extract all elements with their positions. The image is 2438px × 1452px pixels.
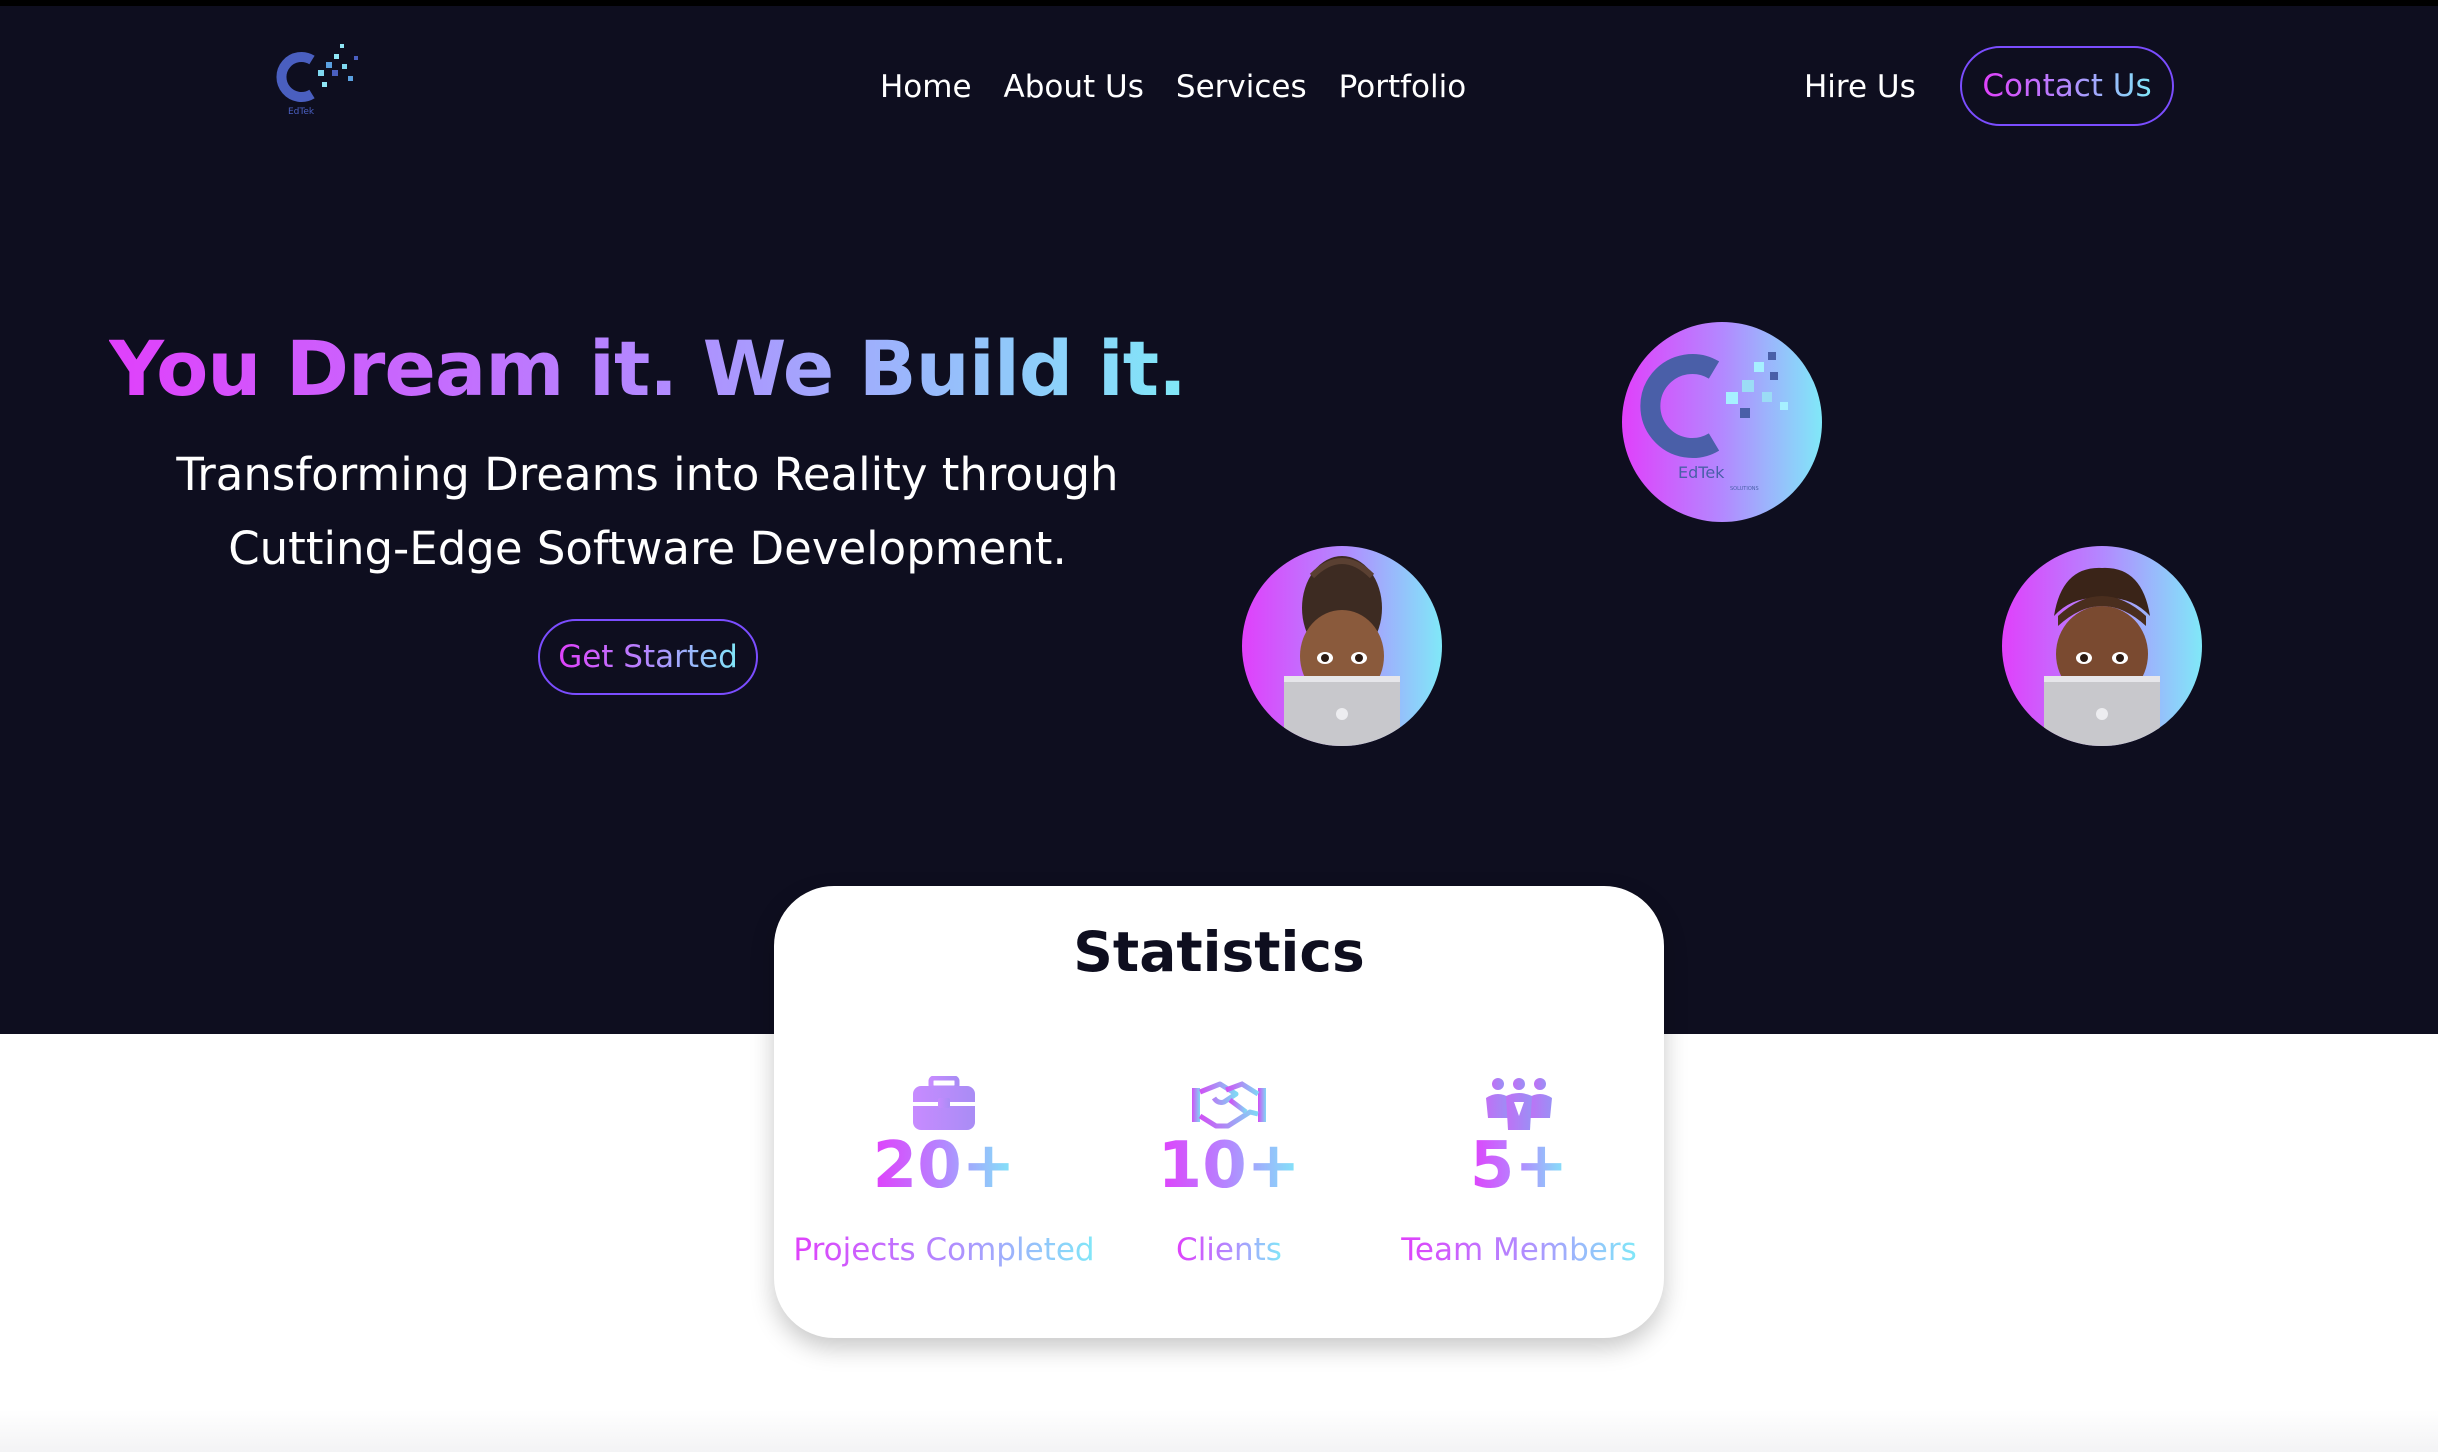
hero-title: You Dream it. We Build it. [60, 324, 1235, 413]
contact-us-label: Contact Us [1982, 68, 2152, 104]
stat-team: 5+ Team Members [1374, 1076, 1664, 1268]
developer-avatar-male [2002, 546, 2202, 746]
hero-section: EdTek Home About Us Services Portfolio H… [0, 0, 2438, 1034]
get-started-button[interactable]: Get Started [538, 619, 758, 695]
statistics-title: Statistics [1073, 920, 1365, 984]
briefcase-icon [913, 1076, 975, 1130]
nav-link-services[interactable]: Services [1176, 69, 1307, 105]
stat-clients-value: 10+ [1157, 1129, 1301, 1203]
team-icon [1486, 1078, 1552, 1130]
svg-text:SOLUTIONS: SOLUTIONS [1730, 486, 1759, 492]
nav-link-home[interactable]: Home [880, 69, 972, 105]
stat-clients-label: Clients [1176, 1232, 1282, 1268]
nav-link-portfolio[interactable]: Portfolio [1339, 69, 1467, 105]
stat-clients: 10+ Clients [1104, 1076, 1354, 1268]
developer-avatar-female [1242, 546, 1442, 746]
edtek-logo-icon[interactable]: EdTek [270, 36, 366, 122]
stat-projects: 20+ Projects Completed [774, 1076, 1114, 1268]
stat-projects-value: 20+ [872, 1129, 1016, 1203]
svg-text:EdTek: EdTek [288, 107, 315, 117]
stat-team-value: 5+ [1469, 1129, 1569, 1203]
contact-us-button[interactable]: Contact Us [1960, 46, 2174, 126]
main-nav: Home About Us Services Portfolio [880, 64, 1466, 110]
statistics-card: Statistics 20+ Projects Completed 10+ Cl… [774, 886, 1664, 1338]
handshake-icon [1192, 1081, 1266, 1129]
svg-text:EdTek: EdTek [1678, 463, 1725, 482]
hero-subtitle: Transforming Dreams into Reality through… [176, 448, 1119, 575]
hero-title-text: You Dream it. We Build it. [109, 324, 1187, 413]
next-section-edge [0, 1410, 2438, 1452]
hire-us-link[interactable]: Hire Us [1804, 64, 1916, 110]
get-started-label: Get Started [558, 639, 738, 675]
nav-link-about-us[interactable]: About Us [1004, 69, 1144, 105]
stat-team-label: Team Members [1401, 1232, 1637, 1268]
stat-projects-label: Projects Completed [793, 1232, 1095, 1268]
edtek-logo-circle: EdTek SOLUTIONS [1622, 322, 1822, 522]
